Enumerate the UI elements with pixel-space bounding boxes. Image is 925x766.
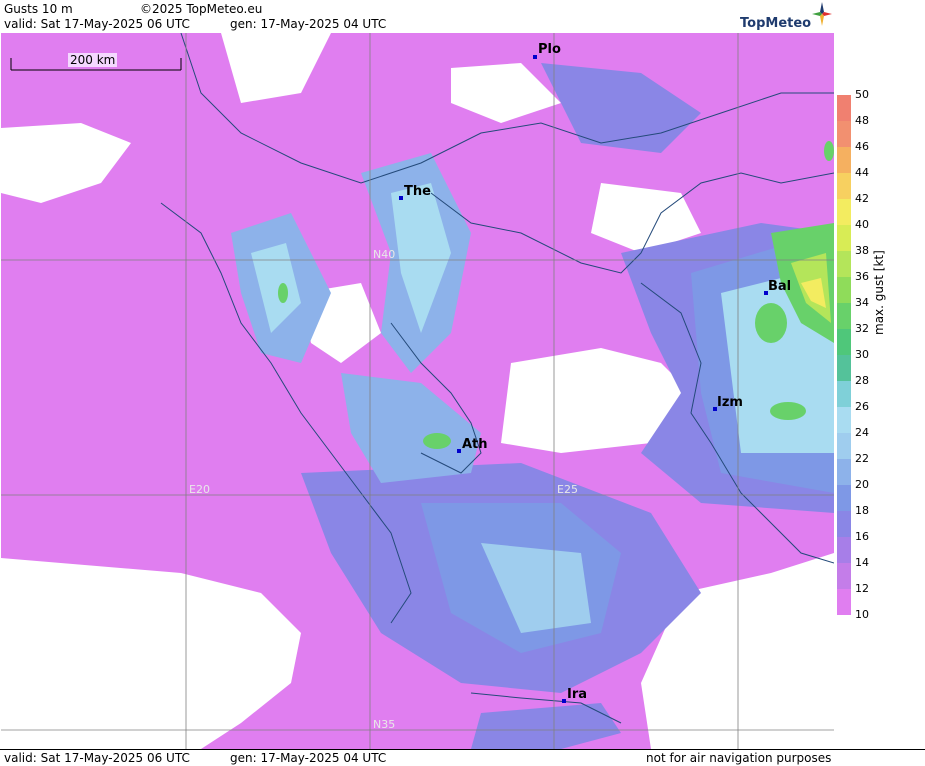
legend-swatch <box>837 277 851 303</box>
legend-tick-label: 24 <box>855 426 869 439</box>
legend-swatch <box>837 355 851 381</box>
svg-text:The: The <box>404 184 431 199</box>
legend-swatch <box>837 407 851 433</box>
scale-label: 200 km <box>68 53 118 67</box>
legend-tick-label: 42 <box>855 192 869 205</box>
legend-tick-label: 16 <box>855 530 869 543</box>
legend-swatch <box>837 95 851 121</box>
legend-swatch <box>837 459 851 485</box>
legend-tick-label: 22 <box>855 452 869 465</box>
grid-label-e20: E20 <box>189 483 210 496</box>
brand-text: TopMeteo <box>740 16 812 31</box>
legend-tick-label: 38 <box>855 244 869 257</box>
map-title: Gusts 10 m <box>4 2 73 16</box>
legend-swatch <box>837 173 851 199</box>
legend-swatch <box>837 329 851 355</box>
legend-swatch <box>837 537 851 563</box>
grid-label-n35: N35 <box>373 718 395 731</box>
legend-tick-label: 48 <box>855 114 869 127</box>
generated-time: gen: 17-May-2025 04 UTC <box>230 17 387 31</box>
city-ath[interactable]: Ath <box>457 437 488 453</box>
valid-time: valid: Sat 17-May-2025 06 UTC <box>4 17 190 31</box>
legend-tick-label: 32 <box>855 322 869 335</box>
svg-text:Ira: Ira <box>567 687 587 702</box>
svg-text:Izm: Izm <box>717 395 743 410</box>
topmeteo-logo[interactable]: TopMeteo <box>740 2 835 32</box>
legend-swatch <box>837 589 851 615</box>
svg-text:Plo: Plo <box>538 42 561 57</box>
legend-tick-label: 34 <box>855 296 869 309</box>
legend-swatch <box>837 433 851 459</box>
legend-swatch <box>837 251 851 277</box>
legend-tick-label: 18 <box>855 504 869 517</box>
legend-tick-label: 26 <box>855 400 869 413</box>
legend-unit: max. gust [kt] <box>872 250 886 335</box>
legend-tick-label: 20 <box>855 478 869 491</box>
city-plo[interactable]: Plo <box>533 42 561 59</box>
city-the[interactable]: The <box>399 184 431 200</box>
legend-tick-label: 36 <box>855 270 869 283</box>
legend-tick-label: 14 <box>855 556 869 569</box>
legend-tick-label: 50 <box>855 88 869 101</box>
footer-valid: valid: Sat 17-May-2025 06 UTC <box>4 751 190 765</box>
legend-swatch <box>837 381 851 407</box>
legend-swatch <box>837 563 851 589</box>
legend-tick-label: 28 <box>855 374 869 387</box>
copyright-text: ©2025 TopMeteo.eu <box>140 2 263 16</box>
footer-bar: valid: Sat 17-May-2025 06 UTC gen: 17-Ma… <box>0 749 925 766</box>
legend-tick-label: 30 <box>855 348 869 361</box>
legend-tick-label: 12 <box>855 582 869 595</box>
legend-swatch <box>837 511 851 537</box>
legend-swatch <box>837 485 851 511</box>
legend-swatch <box>837 199 851 225</box>
grid-label-e25: E25 <box>557 483 578 496</box>
map-canvas: N40 E20 E25 N35 Plo The Bal Izm Ath Ira <box>1 33 834 749</box>
legend-swatch <box>837 225 851 251</box>
compass-star-icon <box>812 2 832 26</box>
gust-map[interactable]: N40 E20 E25 N35 Plo The Bal Izm Ath Ira <box>1 33 834 749</box>
footer-generated: gen: 17-May-2025 04 UTC <box>230 751 387 765</box>
legend-tick-label: 46 <box>855 140 869 153</box>
svg-text:Bal: Bal <box>768 279 791 294</box>
color-legend <box>837 95 851 615</box>
grid-label-n40: N40 <box>373 248 395 261</box>
legend-swatch <box>837 303 851 329</box>
legend-swatch <box>837 147 851 173</box>
legend-swatch <box>837 121 851 147</box>
city-izm[interactable]: Izm <box>713 395 743 411</box>
legend-tick-label: 44 <box>855 166 869 179</box>
city-bal[interactable]: Bal <box>764 279 791 295</box>
svg-text:Ath: Ath <box>462 437 488 452</box>
legend-tick-label: 10 <box>855 608 869 621</box>
legend-tick-label: 40 <box>855 218 869 231</box>
footer-disclaimer: not for air navigation purposes <box>646 751 832 765</box>
